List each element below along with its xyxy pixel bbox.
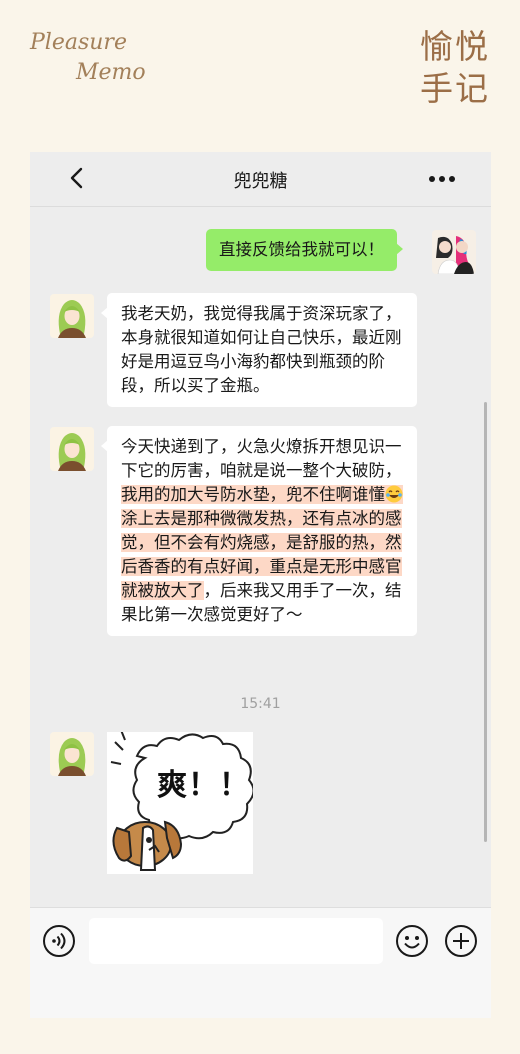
more-dots-icon[interactable] (427, 168, 467, 190)
smiley-icon[interactable] (395, 924, 429, 958)
message-text-segment: 我用的加大号防水垫，兜不住啊谁懂 (121, 485, 385, 504)
chat-input-bar (30, 907, 491, 1018)
sticker-message[interactable]: 爽！！ (107, 732, 253, 874)
avatar-other[interactable] (50, 732, 94, 776)
message-text-segment: 今天快递到了，火急火燎拆开想见识一下它的厉害，咱就是说一整个大破防， (121, 437, 402, 480)
avatar-self[interactable] (432, 230, 476, 274)
chat-timestamp: 15:41 (240, 696, 281, 712)
brand-en-line1: Pleasure (30, 30, 127, 55)
chat-title: 兜兜糖 (233, 171, 288, 192)
plus-circle-icon[interactable] (444, 924, 478, 958)
brand-cn-line1: 愉悦 (420, 27, 490, 66)
laughing-tears-emoji-icon (385, 485, 403, 503)
chat-screen: 兜兜糖 直接反馈给我就可以！ 我老天奶，我觉得我属于资深玩家了，本身就很知道如何… (30, 152, 491, 1018)
avatar-other[interactable] (50, 427, 94, 471)
voice-icon[interactable] (42, 924, 76, 958)
brand-en-line2: Memo (76, 60, 146, 85)
brand-cn-line2: 手记 (420, 69, 490, 108)
chat-navbar: 兜兜糖 (30, 152, 491, 207)
message-bubble-self[interactable]: 直接反馈给我就可以！ (206, 229, 403, 271)
message-bubble-other-long[interactable]: 今天快递到了，火急火燎拆开想见识一下它的厉害，咱就是说一整个大破防， 我用的加大号… (101, 426, 417, 636)
message-bubble-other[interactable]: 我老天奶，我觉得我属于资深玩家了，本身就很知道如何让自己快乐，最近刚好是用逗豆鸟… (101, 293, 417, 407)
sticker-text: 爽！！ (157, 768, 250, 803)
avatar-other[interactable] (50, 294, 94, 338)
message-input[interactable] (89, 918, 383, 964)
scrollbar-thumb[interactable] (484, 402, 487, 842)
brand-chinese: 愉悦 手记 (420, 26, 490, 110)
brand-english: Pleasure Memo (30, 28, 146, 88)
